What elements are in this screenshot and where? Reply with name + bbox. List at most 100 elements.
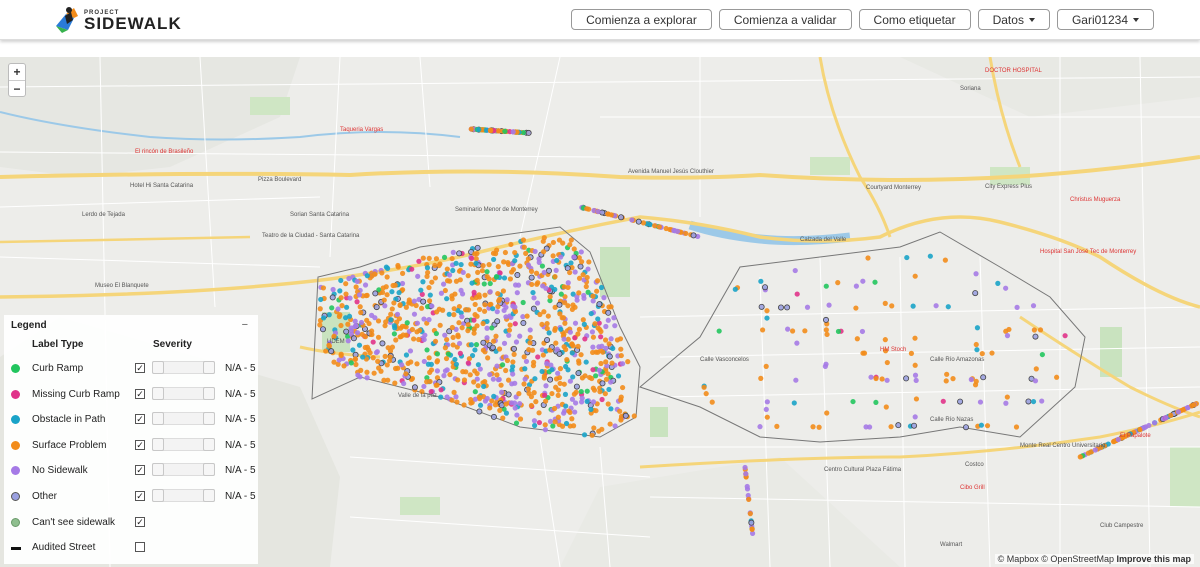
label-marker[interactable] — [528, 394, 535, 400]
label-marker[interactable] — [318, 296, 324, 303]
label-marker[interactable] — [507, 322, 513, 328]
label-marker[interactable] — [364, 375, 370, 381]
label-marker[interactable] — [540, 249, 547, 255]
label-marker[interactable] — [594, 288, 600, 294]
label-marker[interactable] — [446, 272, 453, 278]
label-marker[interactable] — [457, 350, 463, 356]
label-marker[interactable] — [450, 267, 456, 274]
label-marker[interactable] — [882, 300, 888, 306]
label-marker[interactable] — [792, 267, 798, 274]
label-marker[interactable] — [426, 255, 432, 262]
label-marker[interactable] — [468, 396, 474, 403]
label-marker[interactable] — [392, 365, 399, 372]
label-marker[interactable] — [884, 377, 890, 383]
label-marker[interactable] — [598, 360, 604, 367]
label-marker[interactable] — [549, 367, 555, 373]
label-marker[interactable] — [425, 269, 431, 276]
label-marker[interactable] — [403, 371, 409, 377]
label-marker[interactable] — [850, 398, 856, 405]
label-marker[interactable] — [356, 342, 363, 348]
label-marker[interactable] — [572, 409, 578, 415]
label-marker[interactable] — [450, 342, 456, 348]
label-marker[interactable] — [903, 375, 910, 382]
label-marker[interactable] — [475, 269, 481, 275]
label-marker[interactable] — [530, 363, 537, 369]
label-marker[interactable] — [504, 357, 511, 364]
label-marker[interactable] — [600, 349, 606, 355]
label-marker[interactable] — [1025, 398, 1032, 405]
slider-max-handle[interactable] — [203, 437, 215, 451]
label-marker[interactable] — [764, 414, 770, 420]
label-marker[interactable] — [631, 413, 637, 419]
label-marker[interactable] — [507, 276, 513, 282]
label-marker[interactable] — [589, 329, 596, 335]
label-marker[interactable] — [468, 261, 474, 267]
label-marker[interactable] — [427, 292, 433, 298]
label-marker[interactable] — [913, 377, 919, 384]
label-marker[interactable] — [379, 289, 386, 295]
label-marker[interactable] — [496, 346, 503, 352]
label-marker[interactable] — [581, 292, 587, 299]
label-marker[interactable] — [758, 278, 764, 284]
label-marker[interactable] — [473, 256, 479, 262]
label-marker[interactable] — [517, 333, 523, 339]
label-marker[interactable] — [369, 328, 375, 334]
label-marker[interactable] — [525, 256, 531, 262]
label-marker[interactable] — [1062, 333, 1068, 339]
label-marker[interactable] — [345, 321, 351, 327]
label-marker[interactable] — [364, 369, 370, 375]
label-marker[interactable] — [1031, 327, 1037, 333]
label-marker[interactable] — [352, 318, 358, 324]
label-marker[interactable] — [522, 366, 528, 372]
label-marker[interactable] — [426, 355, 432, 361]
label-marker[interactable] — [544, 336, 551, 343]
label-marker[interactable] — [596, 428, 602, 434]
label-marker[interactable] — [422, 332, 428, 338]
label-marker[interactable] — [319, 326, 326, 333]
label-marker[interactable] — [558, 326, 564, 332]
label-marker[interactable] — [579, 259, 585, 265]
label-marker[interactable] — [563, 403, 569, 409]
label-marker[interactable] — [480, 320, 486, 327]
label-marker[interactable] — [557, 380, 563, 387]
label-marker[interactable] — [618, 214, 625, 221]
label-marker[interactable] — [774, 423, 780, 429]
label-marker[interactable] — [927, 253, 933, 259]
label-marker[interactable] — [437, 322, 443, 328]
label-marker[interactable] — [558, 254, 564, 260]
label-marker[interactable] — [398, 333, 404, 340]
obstacle-in-path-severity-slider[interactable] — [152, 412, 215, 426]
label-marker[interactable] — [364, 292, 370, 298]
label-marker[interactable] — [545, 313, 551, 319]
label-marker[interactable] — [411, 384, 418, 391]
slider-max-handle[interactable] — [203, 386, 215, 400]
label-marker[interactable] — [504, 297, 510, 303]
label-marker[interactable] — [338, 295, 344, 301]
label-marker[interactable] — [465, 360, 471, 366]
label-marker[interactable] — [1014, 304, 1020, 310]
label-marker[interactable] — [558, 291, 564, 297]
label-marker[interactable] — [605, 309, 612, 316]
label-marker[interactable] — [784, 304, 791, 311]
label-marker[interactable] — [576, 326, 583, 332]
label-marker[interactable] — [489, 344, 496, 351]
label-marker[interactable] — [421, 358, 427, 365]
label-marker[interactable] — [352, 323, 358, 330]
start-exploring-button[interactable]: Comienza a explorar — [571, 9, 712, 30]
missing-curb-ramp-checkbox[interactable]: ✓ — [135, 388, 145, 399]
label-marker[interactable] — [438, 394, 444, 400]
label-marker[interactable] — [512, 405, 518, 411]
label-marker[interactable] — [461, 377, 468, 383]
label-marker[interactable] — [854, 336, 860, 342]
label-marker[interactable] — [389, 306, 395, 312]
label-marker[interactable] — [552, 274, 558, 280]
label-marker[interactable] — [388, 317, 394, 323]
label-marker[interactable] — [607, 421, 613, 427]
label-marker[interactable] — [496, 296, 503, 302]
label-marker[interactable] — [559, 423, 566, 429]
label-marker[interactable] — [444, 296, 450, 302]
label-marker[interactable] — [556, 350, 563, 357]
label-marker[interactable] — [810, 424, 816, 430]
label-marker[interactable] — [542, 392, 548, 398]
label-marker[interactable] — [331, 359, 337, 365]
